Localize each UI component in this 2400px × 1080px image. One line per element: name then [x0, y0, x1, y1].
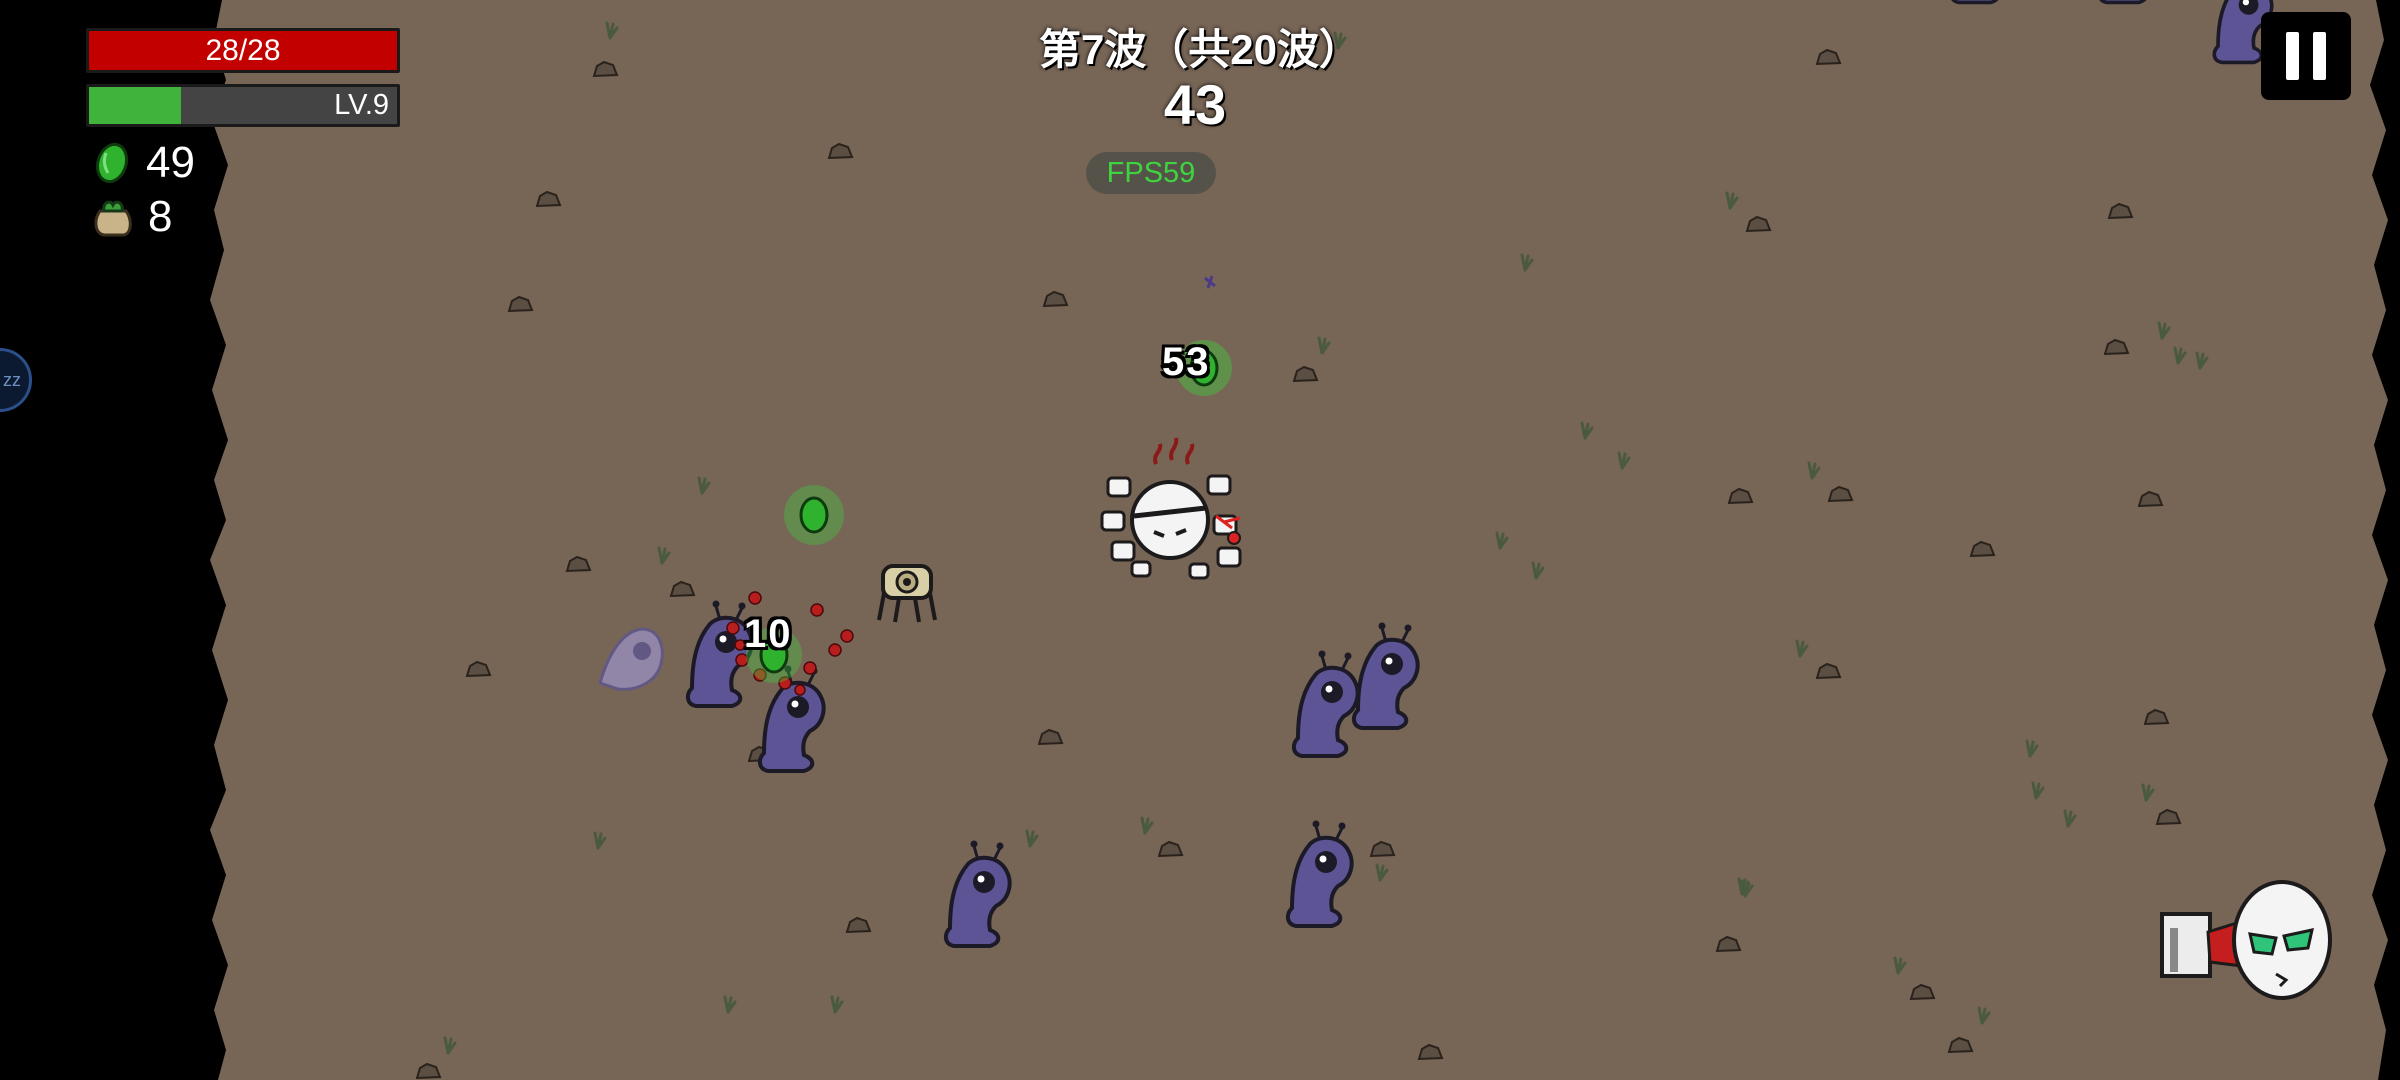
material-drop [784, 485, 844, 545]
wave-timer: 43 [1163, 73, 1227, 136]
pause-icon-bar-left [2286, 32, 2299, 80]
material-icon [95, 142, 129, 184]
experience-bar: LV.9 [86, 84, 400, 127]
experience-fill [89, 87, 182, 124]
bag-counter: 8 [92, 192, 172, 242]
health-text: 28/28 [205, 33, 281, 67]
damage-number: 10 [744, 612, 793, 656]
pause-icon-bar-right [2313, 32, 2326, 80]
wave-title: 第7波（共20波） [1038, 26, 1362, 73]
materials-counter: 49 [92, 138, 195, 188]
loot-bag-icon [94, 200, 132, 237]
pause-button[interactable] [2261, 12, 2351, 100]
bag-count: 8 [148, 192, 173, 241]
materials-count: 49 [146, 138, 195, 187]
fps-counter: FPS59 [1086, 152, 1216, 194]
level-text: LV.9 [334, 89, 389, 121]
health-bar: 28/28 [86, 28, 400, 73]
damage-number: 53 [1162, 340, 1211, 384]
